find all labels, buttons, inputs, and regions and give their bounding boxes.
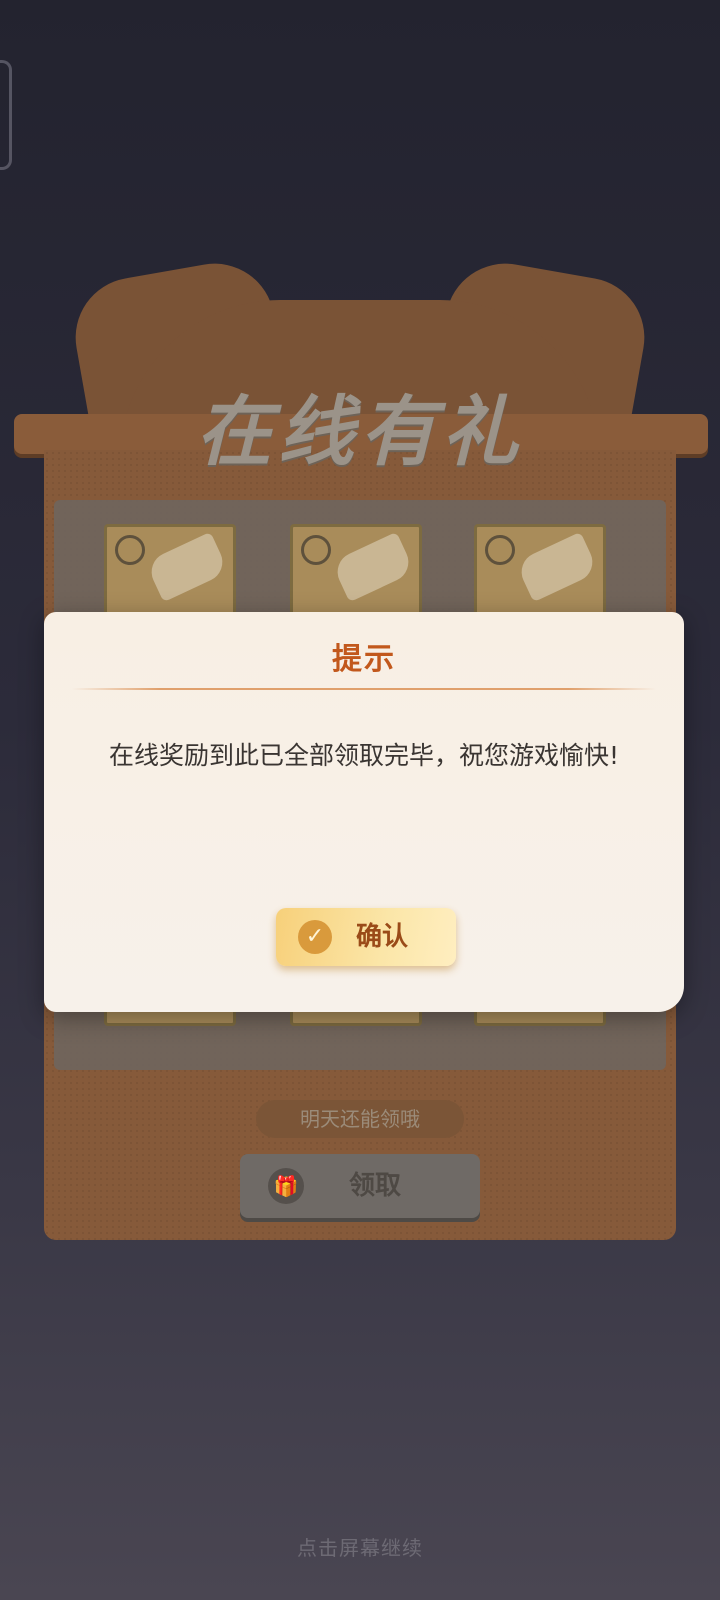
notice-dialog: 提示 在线奖励到此已全部领取完毕，祝您游戏愉快! ✓ 确认	[44, 612, 684, 1012]
clock-icon	[115, 535, 145, 565]
tap-to-continue[interactable]: 点击屏幕继续	[0, 1532, 720, 1561]
gift-title: 在线有礼	[196, 387, 524, 476]
scroll-item-icon	[145, 531, 229, 603]
dialog-message: 在线奖励到此已全部领取完毕，祝您游戏愉快!	[108, 741, 620, 770]
confirm-button-label: 确认	[356, 922, 409, 952]
dialog-title: 提示	[332, 642, 396, 677]
claim-button[interactable]: 🎁 领取	[240, 1154, 480, 1218]
scroll-item-icon	[331, 531, 415, 603]
dialog-divider	[72, 688, 656, 690]
claim-button-label: 领取	[348, 1171, 401, 1201]
scroll-item-icon	[515, 531, 599, 603]
check-circle-icon: ✓	[298, 920, 332, 954]
clock-icon	[485, 535, 515, 565]
tomorrow-notice: 明天还能领哦	[256, 1100, 464, 1138]
clock-icon	[301, 535, 331, 565]
confirm-button[interactable]: ✓ 确认	[276, 908, 456, 966]
